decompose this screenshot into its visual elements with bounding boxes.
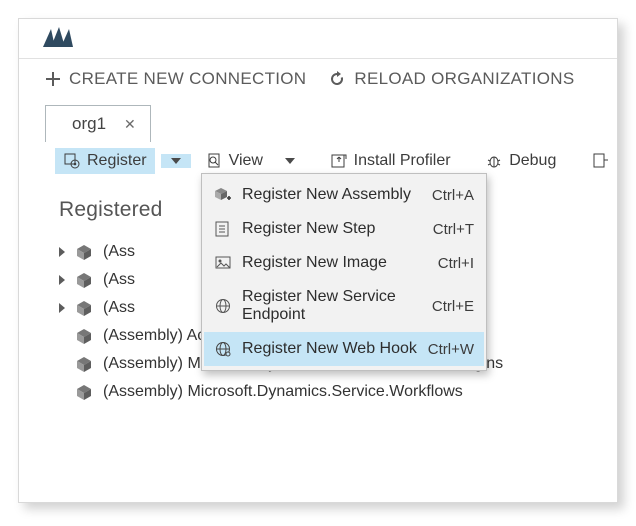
view-label: View (229, 152, 263, 170)
menu-item-shortcut: Ctrl+I (438, 255, 474, 272)
chevron-down-icon (285, 158, 295, 164)
register-dropdown-caret[interactable] (161, 154, 191, 168)
overflow-button[interactable] (583, 148, 617, 174)
menu-item-label: Register New Assembly (242, 186, 422, 204)
menu-item-label: Register New Web Hook (242, 340, 418, 358)
menu-item-register-new-image[interactable]: Register New Image Ctrl+I (204, 246, 484, 280)
reload-organizations-label: RELOAD ORGANIZATIONS (354, 69, 574, 89)
step-icon (214, 220, 232, 238)
register-label: Register (87, 152, 147, 170)
assembly-icon (75, 383, 93, 401)
tree-item-label: (Assembly) Microsoft.Dynamics.Service.Wo… (103, 383, 463, 401)
expand-icon[interactable] (59, 247, 65, 257)
menu-item-register-new-step[interactable]: Register New Step Ctrl+T (204, 212, 484, 246)
menu-item-label: Register New Service Endpoint (242, 288, 422, 324)
expand-icon[interactable] (59, 303, 65, 313)
endpoint-icon (214, 297, 232, 315)
install-profiler-label: Install Profiler (354, 152, 451, 170)
menu-item-shortcut: Ctrl+W (428, 341, 474, 358)
tab-strip: org1 ✕ (19, 105, 617, 142)
menu-item-register-new-web-hook[interactable]: Register New Web Hook Ctrl+W (204, 332, 484, 366)
assembly-icon (75, 299, 93, 317)
tree-item-label: (Ass (103, 271, 135, 289)
tab-label: org1 (72, 114, 106, 134)
menu-item-shortcut: Ctrl+A (432, 187, 474, 204)
tree-item-label: (Ass (103, 299, 135, 317)
assembly-icon (75, 271, 93, 289)
view-dropdown-caret[interactable] (277, 154, 303, 168)
dynamics-logo-icon (43, 25, 77, 49)
reload-organizations-button[interactable]: RELOAD ORGANIZATIONS (328, 69, 574, 89)
page-arrow-icon (591, 152, 609, 170)
assembly-icon (75, 355, 93, 373)
bug-icon (485, 152, 503, 170)
expand-icon[interactable] (59, 275, 65, 285)
register-gear-icon (63, 152, 81, 170)
export-icon (330, 152, 348, 170)
register-dropdown-menu: Register New Assembly Ctrl+A Register Ne… (201, 173, 487, 371)
debug-button[interactable]: Debug (477, 148, 564, 174)
menu-item-shortcut: Ctrl+E (432, 298, 474, 315)
create-new-connection-button[interactable]: CREATE NEW CONNECTION (45, 69, 306, 89)
create-new-connection-label: CREATE NEW CONNECTION (69, 69, 306, 89)
menu-item-label: Register New Step (242, 220, 423, 238)
assembly-icon (75, 327, 93, 345)
chevron-down-icon (171, 158, 181, 164)
table-row[interactable]: (Assembly) Microsoft.Dynamics.Service.Wo… (59, 378, 617, 406)
assembly-plus-icon (214, 186, 232, 204)
search-in-page-icon (205, 152, 223, 170)
menu-item-label: Register New Image (242, 254, 428, 272)
tree-item-label: (Ass (103, 243, 135, 261)
assembly-icon (75, 243, 93, 261)
tab-org1[interactable]: org1 ✕ (45, 105, 151, 142)
plus-icon (45, 71, 61, 87)
debug-label: Debug (509, 152, 556, 170)
register-button[interactable]: Register (55, 148, 155, 174)
window-titlebar (19, 19, 617, 59)
webhook-icon (214, 340, 232, 358)
menu-item-shortcut: Ctrl+T (433, 221, 474, 238)
install-profiler-button[interactable]: Install Profiler (322, 148, 459, 174)
image-icon (214, 254, 232, 272)
command-bar: CREATE NEW CONNECTION RELOAD ORGANIZATIO… (19, 59, 617, 105)
reload-icon (328, 70, 346, 88)
view-button[interactable]: View (197, 148, 271, 174)
menu-item-register-new-assembly[interactable]: Register New Assembly Ctrl+A (204, 178, 484, 212)
menu-item-register-new-service-endpoint[interactable]: Register New Service Endpoint Ctrl+E (204, 280, 484, 332)
close-icon[interactable]: ✕ (124, 116, 136, 133)
